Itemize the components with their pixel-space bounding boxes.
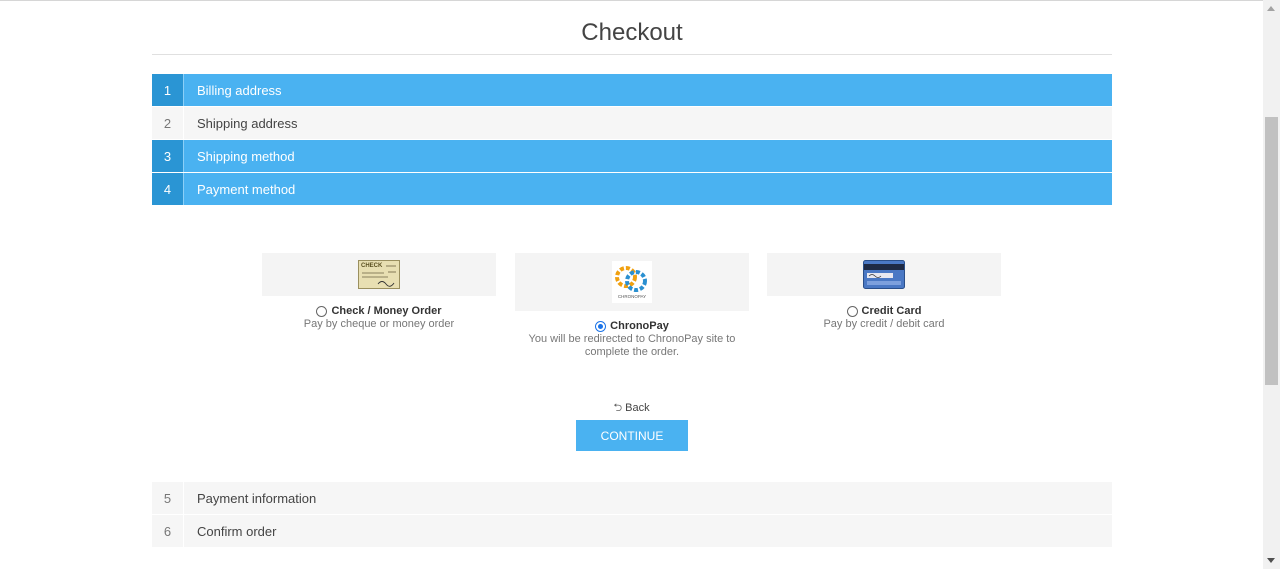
step-payment-method[interactable]: 4 Payment method (152, 173, 1112, 205)
step-shipping-address[interactable]: 2 Shipping address (152, 107, 1112, 139)
chronopay-logo-text: CHRONOPAY (618, 294, 646, 299)
back-arrow-icon: ⮌ (613, 402, 623, 414)
step-label: Payment method (197, 181, 296, 197)
payment-method-chronopay[interactable]: CHRONOPAY ChronoPay You will be redirect… (515, 253, 749, 359)
payment-thumb (767, 253, 1001, 296)
page-title: Checkout (581, 19, 683, 46)
payment-method-name: Check / Money Order (331, 305, 442, 317)
credit-card-icon (863, 260, 905, 289)
check-icon-text: CHECK (361, 263, 383, 269)
step-number: 1 (152, 74, 184, 106)
scroll-down-icon[interactable] (1267, 558, 1275, 563)
payment-method-name: Credit Card (861, 305, 922, 317)
check-icon: CHECK (358, 260, 400, 289)
step-shipping-method[interactable]: 3 Shipping method (152, 140, 1112, 172)
radio-credit-card[interactable] (846, 305, 858, 317)
step-number: 6 (152, 515, 184, 547)
scrollbar-thumb[interactable] (1265, 117, 1278, 385)
payment-method-option[interactable]: Check / Money Order (262, 305, 496, 317)
radio-check-money-order[interactable] (316, 305, 328, 317)
continue-button[interactable]: CONTINUE (576, 420, 688, 451)
step-label: Confirm order (197, 523, 277, 539)
step-number: 5 (152, 482, 184, 514)
title-divider (152, 54, 1112, 55)
step-label: Billing address (197, 82, 282, 98)
payment-method-name: ChronoPay (610, 320, 669, 332)
payment-thumb: CHECK (262, 253, 496, 296)
payment-method-description: Pay by credit / debit card (823, 318, 945, 330)
payment-thumb: CHRONOPAY (515, 253, 749, 311)
step-number: 2 (152, 107, 184, 139)
back-label: Back (625, 402, 650, 414)
payment-method-description: You will be redirected to ChronoPay site… (528, 333, 736, 358)
top-border (0, 0, 1263, 1)
step-number: 4 (152, 173, 184, 205)
radio-chronopay[interactable] (595, 320, 607, 332)
payment-method-option[interactable]: Credit Card (767, 305, 1001, 317)
payment-method-description: Pay by cheque or money order (303, 318, 455, 330)
back-link[interactable]: ⮌ Back (0, 399, 1263, 418)
vertical-scrollbar[interactable] (1263, 0, 1280, 569)
payment-method-option[interactable]: ChronoPay (515, 320, 749, 332)
step-payment-information[interactable]: 5 Payment information (152, 482, 1112, 514)
payment-method-credit-card[interactable]: Credit Card Pay by credit / debit card (767, 253, 1001, 331)
step-label: Shipping method (197, 148, 295, 164)
step-confirm-order[interactable]: 6 Confirm order (152, 515, 1112, 547)
chronopay-logo: CHRONOPAY (612, 261, 652, 303)
step-label: Payment information (197, 490, 317, 506)
step-label: Shipping address (197, 115, 298, 131)
step-number: 3 (152, 140, 184, 172)
step-billing-address[interactable]: 1 Billing address (152, 74, 1112, 106)
payment-method-check[interactable]: CHECK Check / Money Order Pay by cheque … (262, 253, 496, 331)
scroll-up-icon[interactable] (1267, 6, 1275, 11)
